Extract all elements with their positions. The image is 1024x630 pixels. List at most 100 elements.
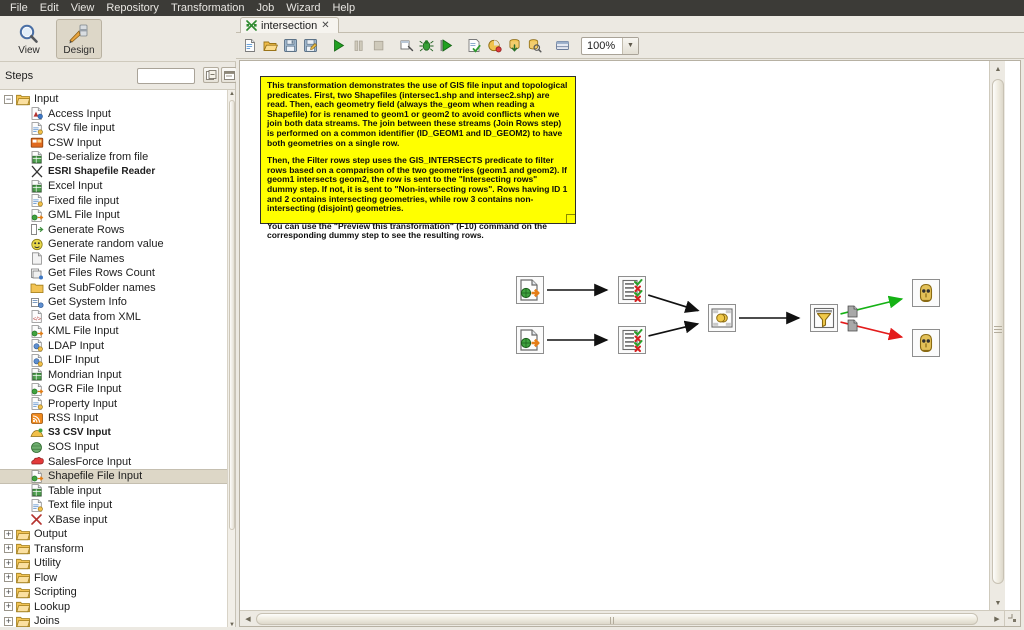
dummy-step-icon[interactable]: [912, 329, 940, 357]
tree-item-csw-input[interactable]: CSW Input: [0, 136, 228, 151]
expand-icon[interactable]: +: [4, 544, 13, 554]
perspective-view-button[interactable]: View: [6, 19, 52, 59]
tree-item-ldap-input[interactable]: LDAP Input: [0, 339, 228, 354]
tree-item-get-file-names[interactable]: Get File Names: [0, 252, 228, 267]
canvas-step-out1[interactable]: [912, 279, 940, 307]
save-as-button[interactable]: [301, 36, 320, 55]
select-values-icon[interactable]: [618, 326, 646, 354]
gis-file-input-icon[interactable]: [516, 276, 544, 304]
expand-icon[interactable]: +: [4, 587, 13, 597]
tab-intersection[interactable]: intersection ✕: [240, 17, 339, 33]
canvas-step-gis1[interactable]: [516, 276, 544, 304]
join-rows-icon[interactable]: [708, 304, 736, 332]
tree-item-ogr-file-input[interactable]: OGR File Input: [0, 382, 228, 397]
menu-item-wizard[interactable]: Wizard: [280, 0, 326, 16]
tree-item-excel-input[interactable]: Excel Input: [0, 179, 228, 194]
open-file-button[interactable]: [261, 36, 280, 55]
expand-icon[interactable]: +: [4, 602, 13, 612]
explore-database-button[interactable]: [525, 36, 544, 55]
steps-search-input[interactable]: [137, 68, 195, 84]
menu-item-file[interactable]: File: [4, 0, 34, 16]
tree-item-s3-csv-input[interactable]: S3 CSV Input: [0, 426, 228, 441]
expand-icon[interactable]: +: [4, 616, 13, 626]
replay-button[interactable]: [437, 36, 456, 55]
collapse-icon[interactable]: −: [4, 94, 13, 104]
debug-button[interactable]: [417, 36, 436, 55]
canvas-step-filter[interactable]: [810, 304, 838, 332]
tree-item-property-input[interactable]: Property Input: [0, 397, 228, 412]
tree-item-output[interactable]: + Output: [0, 527, 228, 542]
canvas-vertical-scrollbar[interactable]: ▲ ▼: [989, 61, 1005, 611]
tree-item-mondrian-input[interactable]: Mondrian Input: [0, 368, 228, 383]
canvas-note[interactable]: This transformation demonstrates the use…: [260, 76, 576, 240]
tree-item-shapefile-file-input[interactable]: Shapefile File Input: [0, 469, 228, 484]
tree-item-salesforce-input[interactable]: SalesForce Input: [0, 455, 228, 470]
zoom-combo[interactable]: 100% ▼: [581, 36, 639, 55]
expand-icon[interactable]: +: [4, 573, 13, 583]
menu-item-help[interactable]: Help: [326, 0, 361, 16]
perspective-design-button[interactable]: Design: [56, 19, 102, 59]
chevron-down-icon[interactable]: ▼: [622, 37, 638, 54]
canvas-horizontal-scrollbar[interactable]: ◀ ▶: [240, 610, 1005, 630]
close-icon[interactable]: ✕: [321, 20, 329, 31]
scroll-down-icon[interactable]: ▼: [993, 597, 1003, 609]
tree-item-get-data-from-xml[interactable]: </> Get data from XML: [0, 310, 228, 325]
get-sql-button[interactable]: [505, 36, 524, 55]
tree-item-generate-random-value[interactable]: Generate random value: [0, 237, 228, 252]
expand-icon[interactable]: +: [4, 558, 13, 568]
scroll-up-icon[interactable]: ▲: [229, 91, 235, 98]
verify-button[interactable]: [465, 36, 484, 55]
menu-item-view[interactable]: View: [65, 0, 101, 16]
menu-item-edit[interactable]: Edit: [34, 0, 65, 16]
menu-item-transformation[interactable]: Transformation: [165, 0, 251, 16]
tree-item-kml-file-input[interactable]: KML File Input: [0, 324, 228, 339]
new-file-button[interactable]: [241, 36, 260, 55]
tree-item-xbase-input[interactable]: XBase input: [0, 513, 228, 528]
dummy-step-icon[interactable]: [912, 279, 940, 307]
analyze-impact-button[interactable]: [485, 36, 504, 55]
hop-ren1-to-join[interactable]: [647, 294, 700, 313]
tree-item-gml-file-input[interactable]: GML File Input: [0, 208, 228, 223]
pause-button[interactable]: [349, 36, 368, 55]
tree-item-utility[interactable]: + Utility: [0, 556, 228, 571]
zoom-level-value[interactable]: 100%: [582, 38, 622, 54]
gis-file-input-icon[interactable]: [516, 326, 544, 354]
tree-item-rss-input[interactable]: RSS Input: [0, 411, 228, 426]
tree-item-sos-input[interactable]: SOS Input: [0, 440, 228, 455]
tree-item-table-input[interactable]: Table input: [0, 484, 228, 499]
menu-item-repository[interactable]: Repository: [100, 0, 165, 16]
save-button[interactable]: [281, 36, 300, 55]
tree-item-get-files-rows-count[interactable]: Get Files Rows Count: [0, 266, 228, 281]
tree-item-transform[interactable]: + Transform: [0, 542, 228, 557]
tree-item-ldif-input[interactable]: LDIF Input: [0, 353, 228, 368]
steps-tree-scrollbar-thumb[interactable]: [229, 100, 235, 530]
tree-item-flow[interactable]: + Flow: [0, 571, 228, 586]
tree-item-fixed-file-input[interactable]: Fixed file input: [0, 194, 228, 209]
collapse-all-button[interactable]: [203, 67, 219, 83]
tree-item-scripting[interactable]: + Scripting: [0, 585, 228, 600]
note-resize-handle[interactable]: [566, 214, 575, 223]
canvas-step-ren1[interactable]: [618, 276, 646, 304]
scroll-left-icon[interactable]: ◀: [242, 614, 254, 624]
tree-item-de-serialize-from-file[interactable]: De-serialize from file: [0, 150, 228, 165]
tree-item-generate-rows[interactable]: Generate Rows: [0, 223, 228, 238]
run-button[interactable]: [329, 36, 348, 55]
tree-item-input[interactable]: − Input: [0, 92, 228, 107]
expand-icon[interactable]: +: [4, 529, 13, 539]
filter-rows-icon[interactable]: [810, 304, 838, 332]
canvas-step-ren2[interactable]: [618, 326, 646, 354]
canvas-step-gis2[interactable]: [516, 326, 544, 354]
steps-tree-scrollbar[interactable]: ▲ ▼: [227, 90, 235, 630]
tree-item-get-subfolder-names[interactable]: Get SubFolder names: [0, 281, 228, 296]
preview-button[interactable]: [397, 36, 416, 55]
tree-item-access-input[interactable]: Access Input: [0, 107, 228, 122]
select-values-icon[interactable]: [618, 276, 646, 304]
tree-item-lookup[interactable]: + Lookup: [0, 600, 228, 615]
canvas-step-join[interactable]: [708, 304, 736, 332]
stop-button[interactable]: [369, 36, 388, 55]
transformation-canvas[interactable]: This transformation demonstrates the use…: [240, 61, 1005, 611]
hop-ren2-to-join[interactable]: [648, 320, 700, 337]
scroll-up-icon[interactable]: ▲: [993, 63, 1003, 75]
view-menu-button[interactable]: [221, 67, 237, 83]
tree-item-esri-shapefile-reader[interactable]: ESRI Shapefile Reader: [0, 165, 228, 180]
